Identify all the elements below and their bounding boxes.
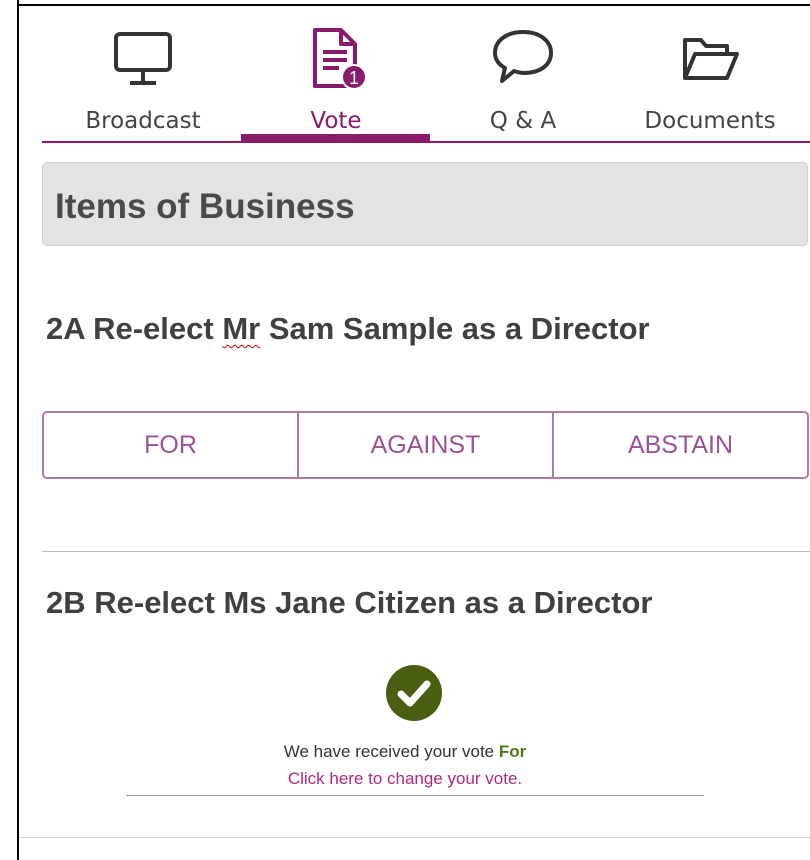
tabs-divider <box>42 141 810 143</box>
section-title: Items of Business <box>55 187 355 226</box>
vote-confirmation-text: We have received your vote <box>283 742 495 761</box>
frame-top-border <box>17 4 810 6</box>
check-circle-icon <box>386 665 442 721</box>
tab-documents-label: Documents <box>644 108 776 134</box>
tab-vote[interactable]: 1 Vote <box>241 12 431 134</box>
item-2a-title-flagged-word: Mr <box>222 311 261 346</box>
vote-for-button[interactable]: FOR <box>44 413 297 477</box>
speech-bubble-icon <box>428 26 618 92</box>
vote-against-button[interactable]: AGAINST <box>297 413 552 477</box>
monitor-icon <box>48 26 238 92</box>
change-vote-link[interactable]: Click here to change your vote. <box>0 769 810 789</box>
folder-open-icon <box>615 26 805 92</box>
item-2a-title-suffix: Sam Sample as a Director <box>260 311 650 346</box>
tab-qa-label: Q & A <box>489 108 557 134</box>
active-tab-indicator <box>241 134 430 141</box>
document-icon: 1 <box>241 26 431 92</box>
frame-left-border <box>17 0 19 860</box>
item-2b-title: 2B Re-elect Ms Jane Citizen as a Directo… <box>46 585 653 620</box>
item-divider <box>42 551 810 552</box>
tab-documents[interactable]: Documents <box>615 12 805 134</box>
item-2a-vote-options: FOR AGAINST ABSTAIN <box>42 411 809 479</box>
tab-broadcast-label: Broadcast <box>85 108 201 134</box>
confirmation-rule <box>126 795 704 796</box>
item-2a-title: 2A Re-elect Mr Sam Sample as a Director <box>46 311 650 347</box>
vote-badge-count: 1 <box>349 68 359 88</box>
vote-abstain-button[interactable]: ABSTAIN <box>552 413 807 477</box>
item-2a-title-prefix: 2A Re-elect <box>46 311 223 346</box>
tab-qa[interactable]: Q & A <box>428 12 618 134</box>
vote-confirmation: We have received your vote For <box>0 742 810 762</box>
tab-vote-label: Vote <box>310 108 362 134</box>
tab-broadcast[interactable]: Broadcast <box>48 12 238 134</box>
vote-confirmation-choice: For <box>498 742 527 761</box>
bottom-divider <box>19 837 810 838</box>
section-header: Items of Business <box>42 162 808 246</box>
